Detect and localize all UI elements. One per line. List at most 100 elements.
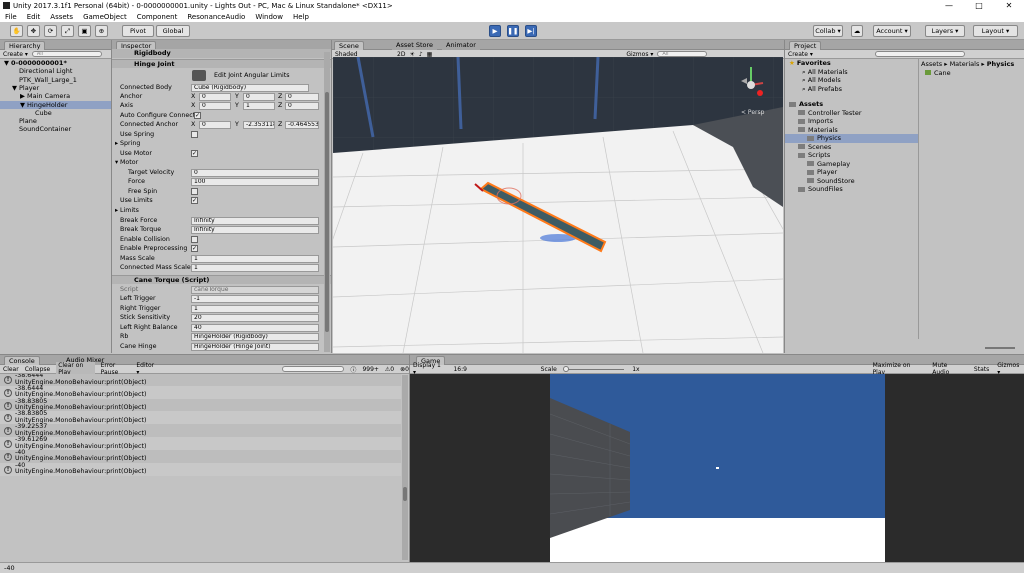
anchor-x-field[interactable]: 0	[199, 92, 231, 101]
menu-component[interactable]: Component	[132, 13, 183, 21]
menu-edit[interactable]: Edit	[22, 13, 46, 21]
project-folder[interactable]: SoundFiles	[785, 185, 918, 194]
scale-slider[interactable]	[562, 365, 625, 372]
auto-configure-checkbox[interactable]: ✓	[194, 112, 201, 119]
step-button[interactable]: ▶|	[525, 25, 537, 37]
console-entry[interactable]: ! -39.22537 UnityEngine.MonoBehaviour:prin…	[0, 424, 401, 438]
warning-count-icon[interactable]: ⚠0	[385, 366, 394, 373]
enable-collision-checkbox[interactable]	[191, 236, 198, 243]
console-entry[interactable]: ! -38.6444 UnityEngine.MonoBehaviour:print…	[0, 374, 401, 386]
tab-hierarchy[interactable]: Hierarchy	[4, 41, 46, 50]
fav-all-materials[interactable]: ⌕ All Materials	[785, 68, 918, 77]
breadcrumb-assets[interactable]: Assets	[921, 60, 942, 68]
canchor-x-field[interactable]: 0	[199, 120, 231, 129]
spring-foldout-icon[interactable]: ▸	[115, 139, 118, 148]
free-spin-checkbox[interactable]	[191, 188, 198, 195]
hierarchy-item[interactable]: Cube	[0, 109, 111, 117]
move-tool-icon[interactable]: ✥	[27, 25, 40, 37]
hierarchy-search-input[interactable]: All	[31, 51, 102, 57]
force-field[interactable]: 100	[191, 177, 319, 186]
cloud-icon[interactable]: ☁	[851, 25, 863, 37]
stats-toggle[interactable]: Stats	[974, 366, 989, 373]
global-toggle[interactable]: Global	[156, 25, 190, 37]
anchor-z-field[interactable]: 0	[285, 92, 319, 101]
icon-size-slider[interactable]	[985, 347, 1015, 349]
project-file-cane[interactable]: Cane	[925, 69, 951, 77]
cane-torque-header[interactable]: Cane Torque (Script)	[112, 275, 331, 284]
pause-button[interactable]: ❚❚	[507, 25, 519, 37]
hierarchy-item[interactable]: PTK_Wall_Large_1	[0, 76, 111, 84]
rb-field[interactable]: HingeHolder (Rigidbody)	[191, 332, 319, 341]
menu-window[interactable]: Window	[250, 13, 288, 21]
console-collapse-button[interactable]: Collapse	[25, 366, 51, 373]
canchor-z-field[interactable]: -0.464553	[285, 120, 319, 129]
connected-body-field[interactable]: Cube (Rigidbody)	[191, 83, 309, 92]
spring-row[interactable]: ▸ Spring	[112, 139, 331, 148]
foldout-arrow-icon[interactable]: ▼	[4, 59, 11, 67]
project-folder[interactable]: Physics	[785, 134, 918, 143]
console-entry[interactable]: ! -38.83805 UnityEngine.MonoBehaviour:prin…	[0, 398, 401, 412]
persp-label[interactable]: < Persp	[741, 109, 765, 116]
breadcrumb-materials[interactable]: Materials	[950, 60, 980, 68]
motor-foldout-icon[interactable]: ▾	[115, 158, 118, 167]
hierarchy-item[interactable]: SoundContainer	[0, 125, 111, 133]
left-trigger-field[interactable]: -1	[191, 294, 319, 303]
hierarchy-item[interactable]: ▼ 0-0000000001*	[0, 59, 111, 67]
foldout-arrow-icon[interactable]: ▶	[20, 92, 27, 100]
use-spring-checkbox[interactable]	[191, 131, 198, 138]
console-entry[interactable]: ! -39.61269 UnityEngine.MonoBehaviour:prin…	[0, 436, 401, 450]
anchor-y-field[interactable]: 0	[243, 92, 275, 101]
limits-foldout-icon[interactable]: ▸	[115, 206, 118, 215]
cane-hinge-field[interactable]: HingeHolder (Hinge Joint)	[191, 342, 319, 351]
hierarchy-item[interactable]: Directional Light	[0, 67, 111, 75]
axis-y-field[interactable]: 1	[243, 101, 275, 110]
rect-tool-icon[interactable]: ▣	[78, 25, 91, 37]
tab-asset-store[interactable]: Asset Store	[392, 41, 438, 50]
mass-scale-field[interactable]: 1	[191, 254, 319, 263]
project-folder[interactable]: Scripts	[785, 151, 918, 160]
transform-tool-icon[interactable]: ⊕	[95, 25, 108, 37]
hierarchy-item[interactable]: ▼ Player	[0, 84, 111, 92]
project-folder[interactable]: SoundStore	[785, 177, 918, 186]
console-entry[interactable]: ! -40 UnityEngine.MonoBehaviour:print(Obje…	[0, 449, 401, 463]
scene-viewport[interactable]: < Persp	[333, 57, 783, 353]
menu-file[interactable]: File	[0, 13, 22, 21]
hierarchy-create-button[interactable]: Create ▾	[3, 51, 28, 58]
limits-row[interactable]: ▸ Limits	[112, 206, 331, 215]
console-search-input[interactable]	[282, 366, 345, 372]
project-folder[interactable]: Imports	[785, 117, 918, 126]
hierarchy-item[interactable]: Plane	[0, 117, 111, 125]
rotate-tool-icon[interactable]: ⟳	[44, 25, 57, 37]
minimize-button[interactable]: —	[934, 0, 964, 11]
play-button[interactable]: ▶	[489, 25, 501, 37]
use-limits-checkbox[interactable]: ✓	[191, 197, 198, 204]
tab-project[interactable]: Project	[789, 41, 822, 50]
console-entry[interactable]: ! -40 UnityEngine.MonoBehaviour:print(Obje…	[0, 462, 401, 476]
info-count-icon[interactable]: ⓘ	[350, 365, 356, 374]
enable-preprocessing-checkbox[interactable]: ✓	[191, 245, 198, 252]
axis-z-field[interactable]: 0	[285, 101, 319, 110]
rigidbody-header[interactable]: Rigidbody	[112, 49, 331, 58]
connected-mass-scale-field[interactable]: 1	[191, 263, 319, 272]
error-count-icon[interactable]: ⊗0	[400, 366, 409, 373]
game-viewport[interactable]	[410, 374, 1024, 562]
motor-row[interactable]: ▾ Motor	[112, 158, 331, 167]
fav-all-models[interactable]: ⌕ All Models	[785, 76, 918, 85]
layout-dropdown[interactable]: Layout ▾	[973, 25, 1018, 37]
console-entry[interactable]: ! -38.6444 UnityEngine.MonoBehaviour:print…	[0, 385, 401, 399]
hinge-joint-header[interactable]: Hinge Joint	[112, 59, 331, 68]
tab-scene[interactable]: Scene	[334, 41, 364, 50]
axis-x-field[interactable]: 0	[199, 101, 231, 110]
use-motor-checkbox[interactable]: ✓	[191, 150, 198, 157]
hand-tool-icon[interactable]: ✋	[10, 25, 23, 37]
project-folder[interactable]: Controller Tester	[785, 109, 918, 118]
maximize-button[interactable]: □	[964, 0, 994, 11]
console-clear-button[interactable]: Clear	[3, 366, 19, 373]
tab-animator[interactable]: Animator	[442, 41, 480, 50]
project-search-input[interactable]	[874, 51, 965, 57]
menu-help[interactable]: Help	[288, 13, 314, 21]
left-right-balance-field[interactable]: 40	[191, 323, 319, 332]
edit-joint-icon[interactable]	[192, 70, 206, 81]
scale-tool-icon[interactable]: ⤢	[61, 25, 74, 37]
favorites-root[interactable]: ★ Favorites	[785, 59, 918, 68]
